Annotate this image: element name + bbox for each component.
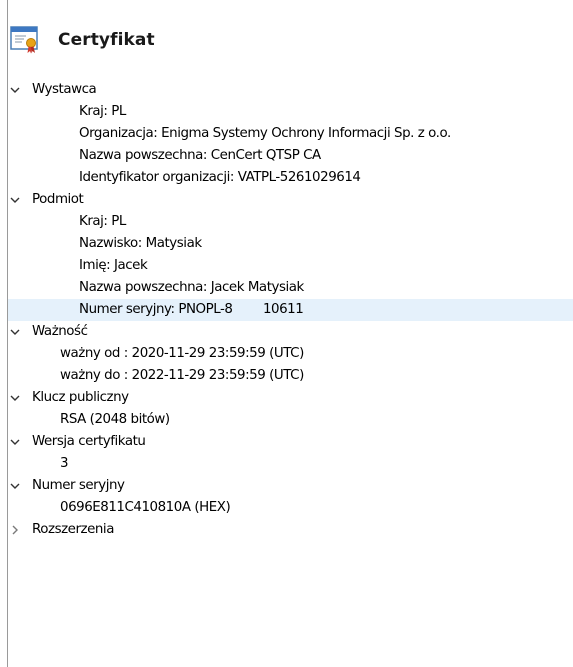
tree-item[interactable]: Kraj: PL bbox=[8, 211, 573, 233]
tree-node-label: Klucz publiczny bbox=[32, 390, 129, 405]
certificate-tree[interactable]: Wystawca Kraj: PL Organizacja: Enigma Sy… bbox=[8, 79, 573, 541]
tree-node-wystawca[interactable]: Wystawca bbox=[8, 79, 573, 101]
tree-item[interactable]: Nazwa powszechna: CenCert QTSP CA bbox=[8, 145, 573, 167]
tree-node-wersja-certyfikatu[interactable]: Wersja certyfikatu bbox=[8, 431, 573, 453]
chevron-down-icon[interactable] bbox=[9, 189, 23, 211]
tree-item[interactable]: Organizacja: Enigma Systemy Ochrony Info… bbox=[8, 123, 573, 145]
tree-item[interactable]: 3 bbox=[8, 453, 573, 475]
tree-item[interactable]: Nazwisko: Matysiak bbox=[8, 233, 573, 255]
tree-item-label: Nazwa powszechna: CenCert QTSP CA bbox=[79, 148, 321, 163]
header: Certyfikat bbox=[10, 18, 570, 62]
tree-item-label: Kraj: PL bbox=[79, 104, 126, 119]
tree-node-label: Wersja certyfikatu bbox=[32, 434, 146, 449]
tree-node-rozszerzenia[interactable]: Rozszerzenia bbox=[8, 519, 573, 541]
chevron-down-icon[interactable] bbox=[9, 475, 23, 497]
tree-node-label: Ważność bbox=[32, 324, 88, 339]
tree-item-label: ważny od : 2020-11-29 23:59:59 (UTC) bbox=[60, 346, 304, 361]
certificate-icon bbox=[10, 25, 50, 55]
tree-node-waznosc[interactable]: Ważność bbox=[8, 321, 573, 343]
chevron-down-icon[interactable] bbox=[9, 431, 23, 453]
tree-node-podmiot[interactable]: Podmiot bbox=[8, 189, 573, 211]
tree-item-selected[interactable]: Numer seryjny: PNOPL-8 10611 bbox=[8, 299, 573, 321]
tree-item[interactable]: Identyfikator organizacji: VATPL-5261029… bbox=[8, 167, 573, 189]
tree-item[interactable]: 0696E811C410810A (HEX) bbox=[8, 497, 573, 519]
tree-item-label: 3 bbox=[60, 456, 69, 471]
tree-item-label: Kraj: PL bbox=[79, 214, 126, 229]
tree-node-numer-seryjny[interactable]: Numer seryjny bbox=[8, 475, 573, 497]
chevron-right-icon[interactable] bbox=[9, 519, 23, 541]
tree-node-label: Wystawca bbox=[32, 82, 97, 97]
tree-node-klucz-publiczny[interactable]: Klucz publiczny bbox=[8, 387, 573, 409]
tree-item-label: Organizacja: Enigma Systemy Ochrony Info… bbox=[79, 126, 451, 141]
tree-item[interactable]: ważny do : 2022-11-29 23:59:59 (UTC) bbox=[8, 365, 573, 387]
tree-node-label: Podmiot bbox=[32, 192, 84, 207]
tree-item[interactable]: Imię: Jacek bbox=[8, 255, 573, 277]
tree-item-label: RSA (2048 bitów) bbox=[60, 412, 170, 427]
tree-item-label: Nazwa powszechna: Jacek Matysiak bbox=[79, 280, 304, 295]
chevron-down-icon[interactable] bbox=[9, 79, 23, 101]
tree-item-label: ważny do : 2022-11-29 23:59:59 (UTC) bbox=[60, 368, 304, 383]
tree-item-label: Numer seryjny: PNOPL-8 10611 bbox=[79, 302, 304, 317]
tree-item[interactable]: RSA (2048 bitów) bbox=[8, 409, 573, 431]
tree-item[interactable]: Kraj: PL bbox=[8, 101, 573, 123]
chevron-down-icon[interactable] bbox=[9, 387, 23, 409]
tree-item-label: Nazwisko: Matysiak bbox=[79, 236, 202, 251]
tree-item[interactable]: ważny od : 2020-11-29 23:59:59 (UTC) bbox=[8, 343, 573, 365]
tree-item[interactable]: Nazwa powszechna: Jacek Matysiak bbox=[8, 277, 573, 299]
page-title: Certyfikat bbox=[58, 30, 155, 50]
tree-node-label: Numer seryjny bbox=[32, 478, 125, 493]
tree-node-label: Rozszerzenia bbox=[32, 522, 114, 537]
tree-item-label: 0696E811C410810A (HEX) bbox=[60, 500, 231, 515]
tree-item-label: Imię: Jacek bbox=[79, 258, 148, 273]
chevron-down-icon[interactable] bbox=[9, 321, 23, 343]
tree-item-label: Identyfikator organizacji: VATPL-5261029… bbox=[79, 170, 361, 185]
